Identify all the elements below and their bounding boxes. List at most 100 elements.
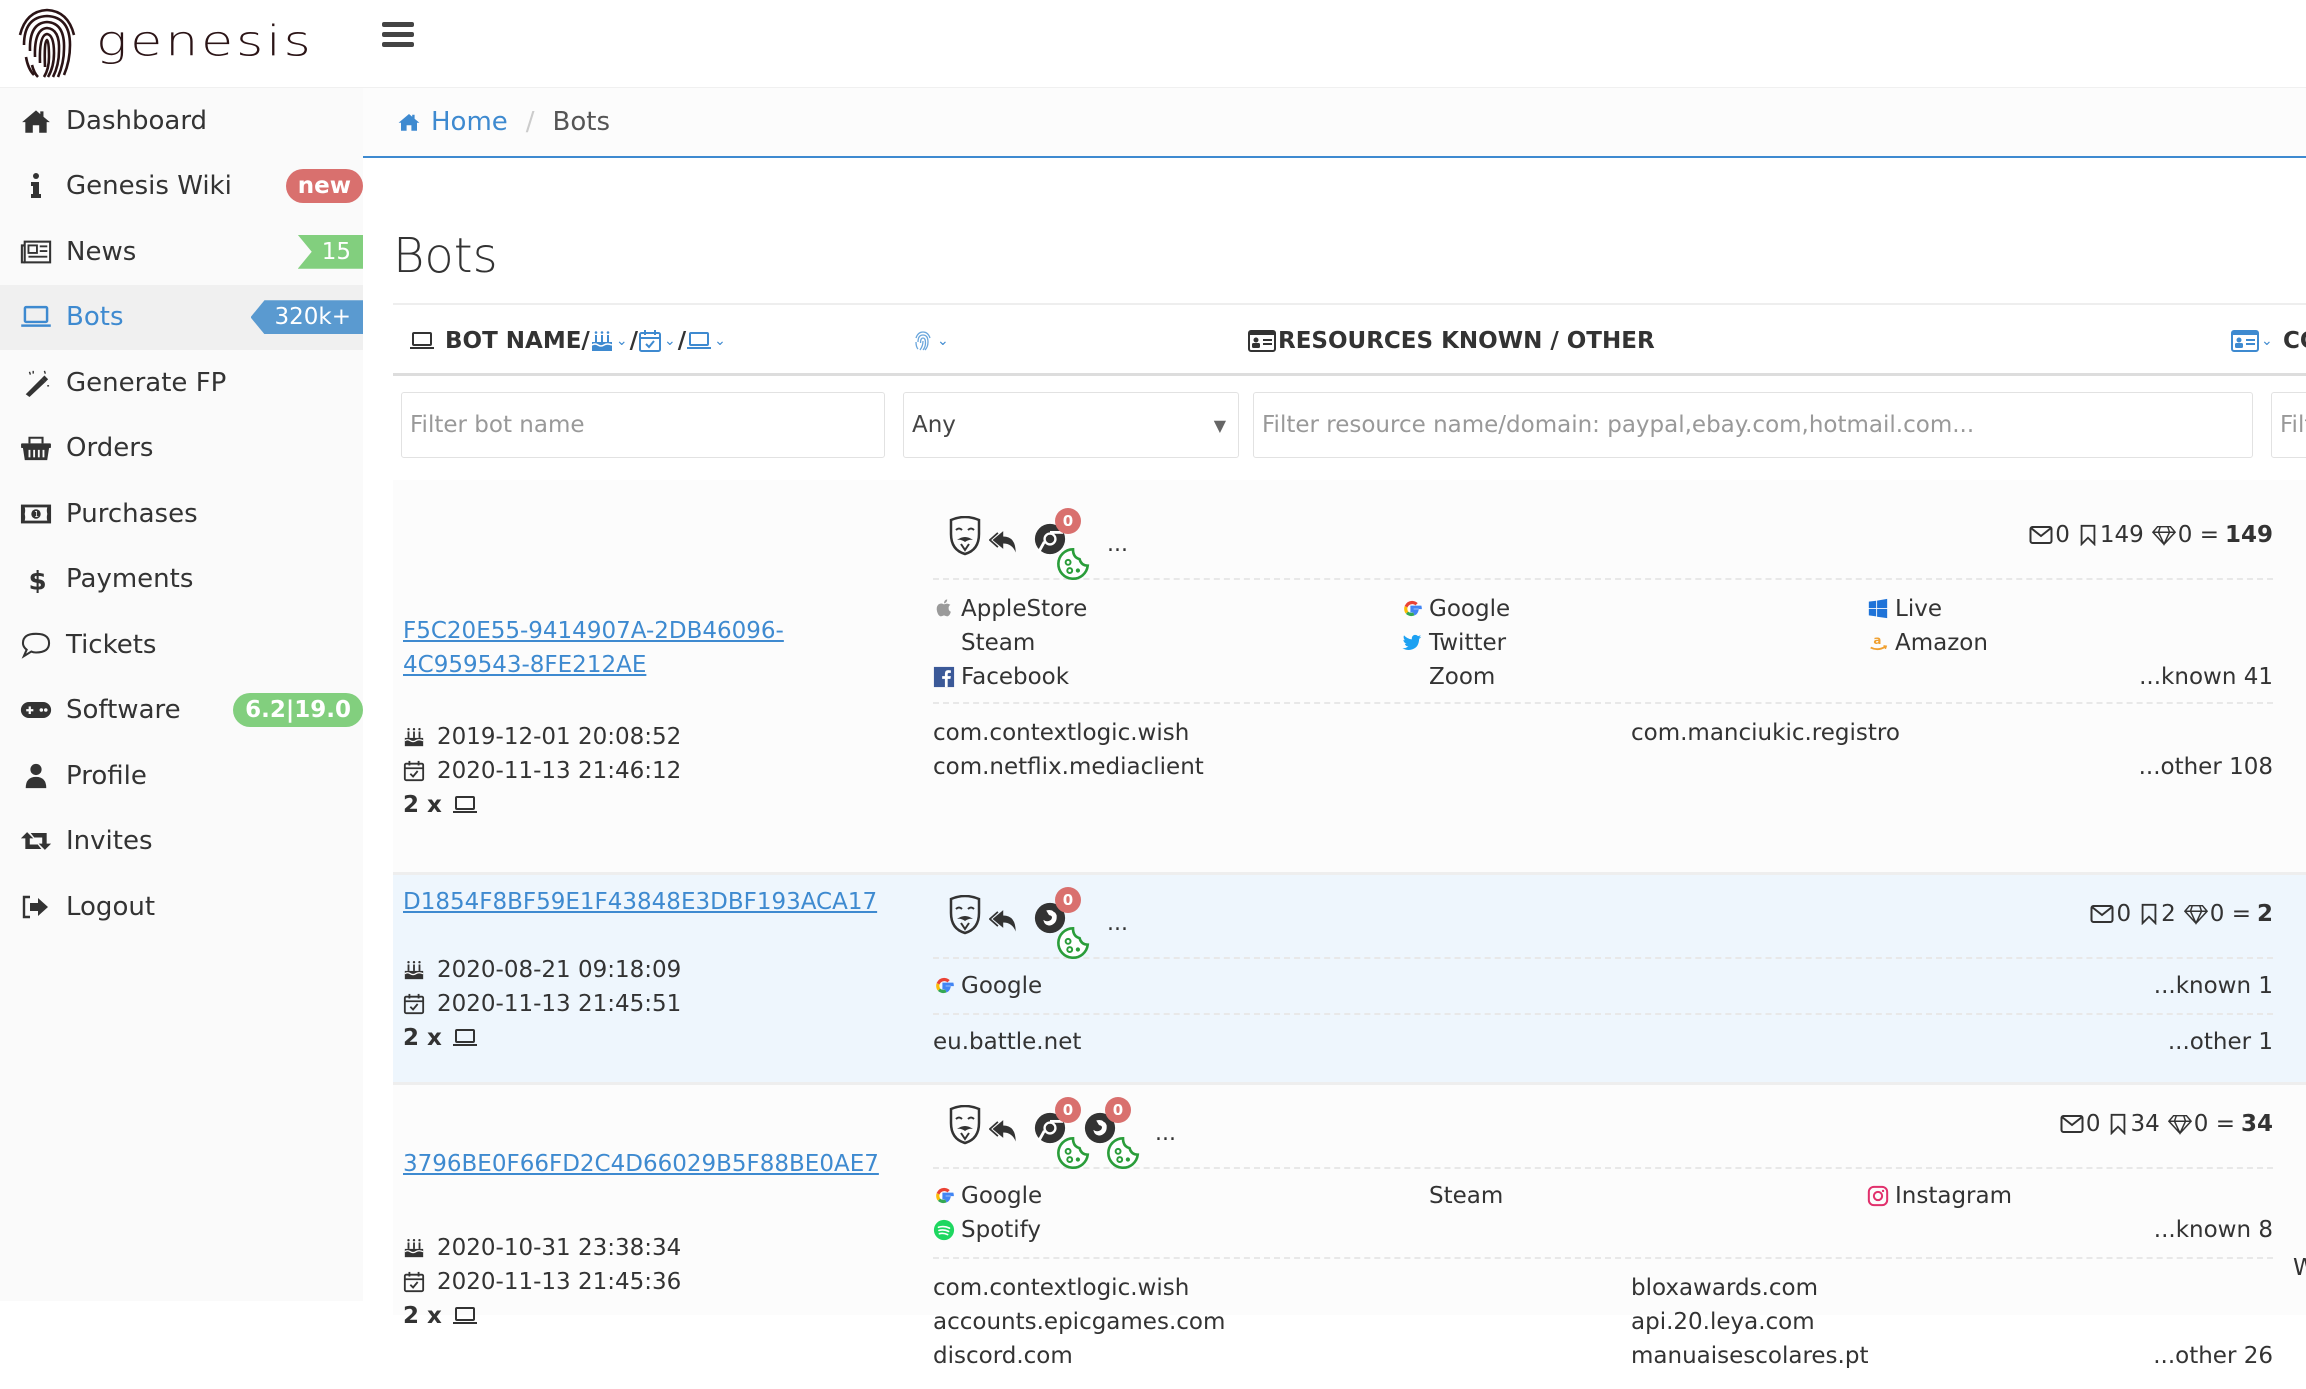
bot-name-link[interactable]: F5C20E55-9414907A-2DB46096- 4C959543-8FE2… bbox=[403, 614, 873, 682]
other-more-link[interactable]: ...other 26 bbox=[2153, 1339, 2273, 1373]
anonymous-mask-icon[interactable] bbox=[947, 516, 983, 560]
birthday-cake-icon bbox=[403, 726, 425, 748]
bot-name-link[interactable]: 3796BE0F66FD2C4D66029B5F88BE0AE7 bbox=[403, 1147, 879, 1181]
resource-filter[interactable] bbox=[1253, 392, 2253, 458]
breadcrumb-separator: / bbox=[525, 107, 535, 137]
resource-item[interactable]: Amazon bbox=[1867, 626, 1988, 660]
anonymous-mask-icon[interactable] bbox=[947, 895, 983, 939]
bot-name-filter[interactable] bbox=[401, 392, 885, 458]
domain-item[interactable]: com.manciukic.registro bbox=[1631, 716, 1900, 750]
amazon-icon bbox=[1867, 631, 1889, 655]
known-more-link[interactable]: ...known 1 bbox=[2154, 969, 2273, 1003]
anonymous-mask-icon[interactable] bbox=[947, 1105, 983, 1149]
sidebar-item-genesis-wiki[interactable]: Genesis Wiki new bbox=[0, 154, 363, 220]
other-resources: com.contextlogic.wish com.manciukic.regi… bbox=[933, 704, 2273, 800]
sidebar-item-label: Logout bbox=[66, 891, 156, 922]
magic-wand-icon bbox=[18, 368, 54, 398]
resource-item[interactable]: Live bbox=[1867, 592, 1942, 626]
home-icon bbox=[18, 106, 54, 136]
known-more-link[interactable]: ...known 8 bbox=[2154, 1213, 2273, 1247]
bot-name-link[interactable]: D1854F8BF59E1F43848E3DBF193ACA17 bbox=[403, 885, 877, 919]
reply-all-icon[interactable] bbox=[989, 524, 1021, 560]
domain-item[interactable]: api.20.leya.com bbox=[1631, 1305, 1815, 1339]
fingerprint-select[interactable]: Any ▼ bbox=[903, 392, 1239, 458]
sidebar-item-payments[interactable]: $ Payments bbox=[0, 547, 363, 613]
menu-toggle-button[interactable] bbox=[382, 22, 414, 48]
sidebar-item-label: Software bbox=[66, 695, 181, 726]
domain-item[interactable]: discord.com bbox=[933, 1339, 1073, 1373]
domain-item[interactable]: eu.battle.net bbox=[933, 1025, 1081, 1059]
reply-all-icon[interactable] bbox=[989, 1113, 1021, 1149]
bot-name-filter-input[interactable] bbox=[410, 393, 884, 457]
resource-item[interactable]: Instagram bbox=[1867, 1179, 2012, 1213]
domain-item[interactable]: accounts.epicgames.com bbox=[933, 1305, 1225, 1339]
resource-item[interactable]: Spotify bbox=[933, 1213, 1041, 1247]
reply-all-icon[interactable] bbox=[989, 903, 1021, 939]
sidebar-item-label: News bbox=[66, 236, 137, 267]
firefox-browser-icon[interactable]: 0 bbox=[1033, 887, 1067, 939]
cookie-icon bbox=[1105, 1133, 1141, 1173]
other-more-link[interactable]: ...other 108 bbox=[2139, 750, 2273, 784]
next-column-filter[interactable] bbox=[2271, 392, 2306, 458]
domain-item[interactable]: com.contextlogic.wish bbox=[933, 716, 1189, 750]
newspaper-icon bbox=[18, 237, 54, 267]
laptop-sort-icon[interactable] bbox=[686, 331, 712, 351]
breadcrumb-home-link[interactable]: Home bbox=[397, 107, 508, 137]
birthday-cake-sort-icon[interactable] bbox=[590, 329, 614, 353]
brand-name: genesis bbox=[96, 18, 314, 66]
calendar-check-sort-icon[interactable] bbox=[638, 329, 662, 353]
sidebar-item-orders[interactable]: Orders bbox=[0, 416, 363, 482]
resource-item[interactable]: Facebook bbox=[933, 660, 1069, 694]
sidebar-item-software[interactable]: Software 6.2|19.0 bbox=[0, 678, 363, 744]
resource-item[interactable]: AppleStore bbox=[933, 592, 1087, 626]
sidebar-item-purchases[interactable]: 1 Purchases bbox=[0, 481, 363, 547]
resource-item[interactable]: Google bbox=[1401, 592, 1510, 626]
domain-item[interactable]: manuaisescolares.pt bbox=[1631, 1339, 1868, 1373]
sidebar-item-tickets[interactable]: Tickets bbox=[0, 612, 363, 678]
sidebar-item-label: Bots bbox=[66, 302, 124, 333]
more-browsers[interactable]: ... bbox=[1107, 911, 1128, 936]
logo[interactable]: genesis bbox=[14, 2, 314, 82]
other-more-link[interactable]: ...other 1 bbox=[2168, 1025, 2273, 1059]
resources-view-toggle[interactable]: ⌄ bbox=[2231, 306, 2275, 376]
resource-item[interactable]: Google bbox=[933, 969, 1042, 1003]
domain-item[interactable]: bloxawards.com bbox=[1631, 1271, 1818, 1305]
sidebar-item-bots[interactable]: Bots 320k+ bbox=[0, 284, 363, 350]
news-count-badge: 15 bbox=[297, 234, 363, 269]
chevron-down-icon[interactable]: ⌄ bbox=[2261, 333, 2273, 349]
sidebar-item-logout[interactable]: Logout bbox=[0, 874, 363, 940]
chevron-down-icon[interactable]: ⌄ bbox=[616, 333, 628, 349]
chrome-browser-icon[interactable]: 0 bbox=[1033, 1097, 1067, 1149]
resource-item[interactable]: Google bbox=[933, 1179, 1042, 1213]
column-header-next[interactable]: CC bbox=[2283, 306, 2306, 376]
sidebar-item-dashboard[interactable]: Dashboard bbox=[0, 88, 363, 154]
sidebar-item-invites[interactable]: Invites bbox=[0, 809, 363, 875]
resource-filter-input[interactable] bbox=[1262, 393, 2252, 457]
sidebar-item-profile[interactable]: Profile bbox=[0, 743, 363, 809]
chevron-down-icon[interactable]: ⌄ bbox=[937, 333, 949, 349]
known-more-link[interactable]: ...known 41 bbox=[2139, 660, 2273, 694]
column-header-bot-name[interactable]: BOT NAME/ ⌄ / ⌄ / ⌄ bbox=[409, 306, 728, 376]
resource-item[interactable]: Steam bbox=[933, 626, 1035, 660]
chrome-browser-icon[interactable]: 0 bbox=[1033, 508, 1067, 560]
resource-item[interactable]: Zoom bbox=[1401, 660, 1495, 694]
known-resources: AppleStore Google Live Steam Twitter Ama… bbox=[933, 580, 2273, 704]
more-browsers[interactable]: ... bbox=[1107, 532, 1128, 557]
domain-item[interactable]: com.contextlogic.wish bbox=[933, 1271, 1189, 1305]
sidebar-item-news[interactable]: News 15 bbox=[0, 219, 363, 285]
google-icon bbox=[1401, 597, 1423, 621]
more-browsers[interactable]: ... bbox=[1155, 1121, 1176, 1146]
resource-item[interactable]: Steam bbox=[1401, 1179, 1503, 1213]
sidebar-item-label: Payments bbox=[66, 564, 194, 595]
sidebar-item-generate-fp[interactable]: Generate FP bbox=[0, 350, 363, 416]
chevron-down-icon[interactable]: ⌄ bbox=[714, 333, 726, 349]
chevron-down-icon[interactable]: ⌄ bbox=[664, 333, 676, 349]
firefox-browser-icon[interactable]: 0 bbox=[1083, 1097, 1117, 1149]
column-header-resources[interactable]: RESOURCES KNOWN / OTHER bbox=[1248, 306, 1655, 376]
created-date: 2020-10-31 23:38:34 bbox=[403, 1231, 873, 1265]
resource-item[interactable]: Twitter bbox=[1401, 626, 1506, 660]
next-column-filter-input[interactable] bbox=[2280, 393, 2306, 457]
hamburger-icon bbox=[382, 22, 414, 27]
column-header-fingerprint[interactable]: ⌄ bbox=[911, 306, 951, 376]
domain-item[interactable]: com.netflix.mediaclient bbox=[933, 750, 1204, 784]
